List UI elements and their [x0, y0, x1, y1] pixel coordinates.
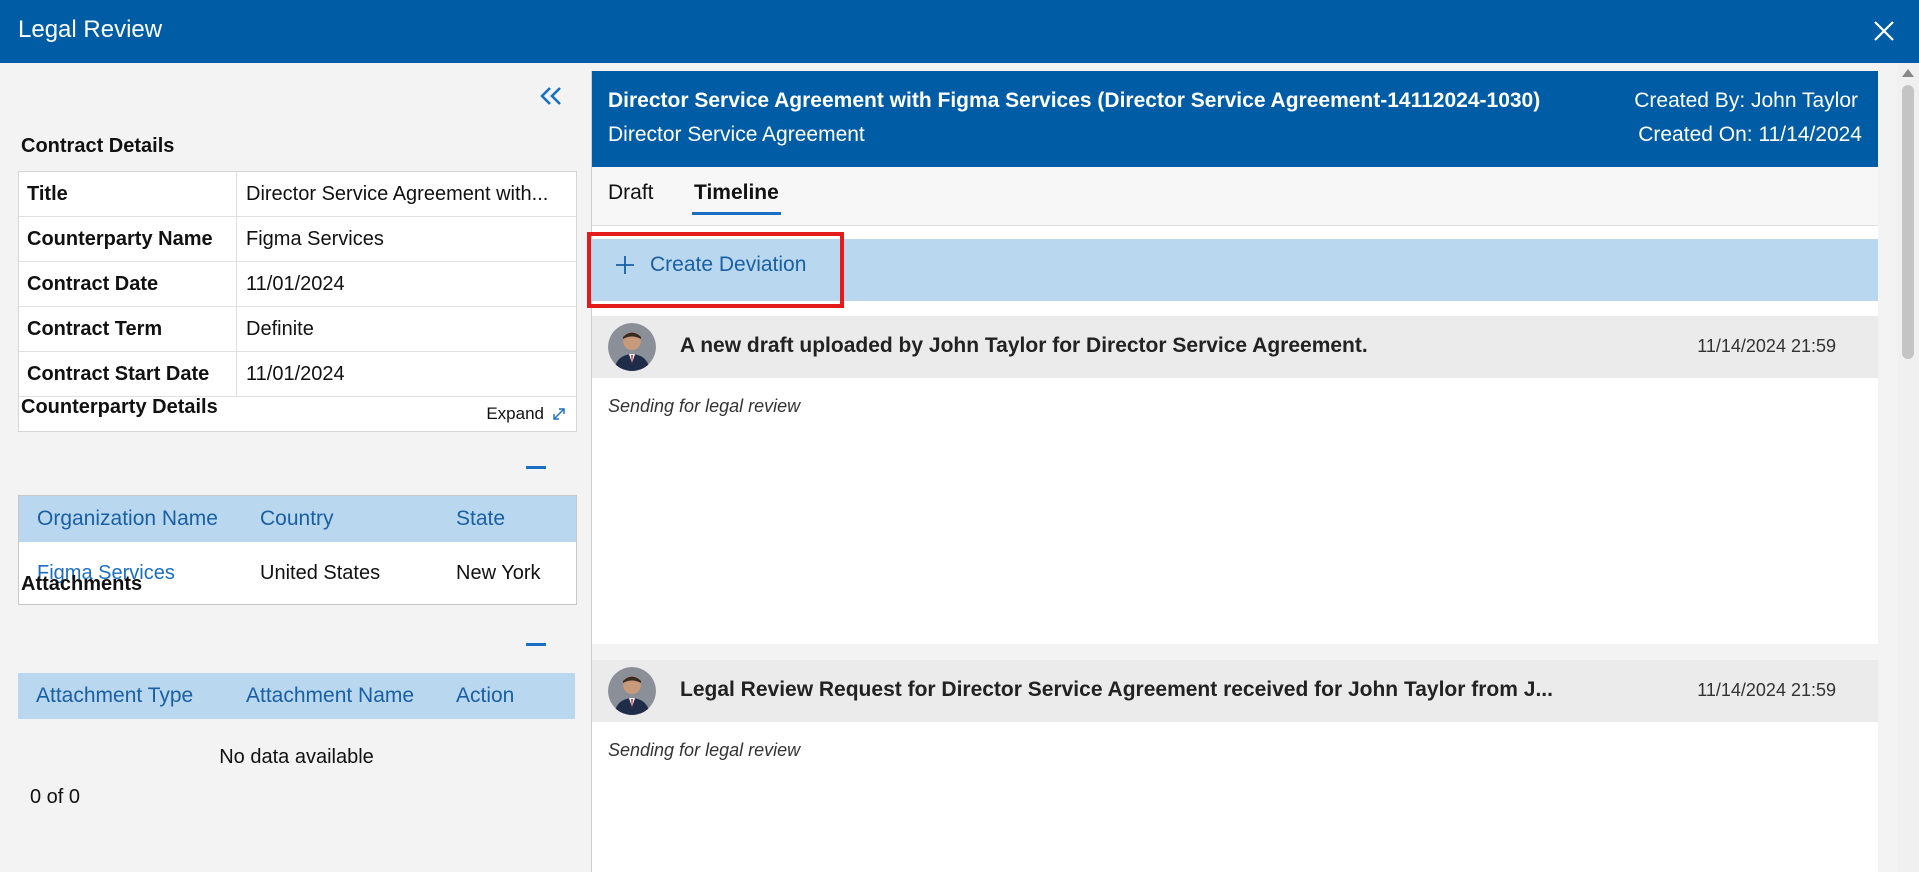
double-chevron-left-icon[interactable]	[536, 81, 566, 111]
tab-draft[interactable]: Draft	[608, 181, 654, 205]
expand-icon[interactable]	[552, 407, 566, 421]
title-bar: Legal Review	[0, 0, 1919, 63]
attachments-heading: Attachments	[21, 573, 143, 595]
timeline-note: Sending for legal review	[608, 740, 801, 760]
detail-label: Title	[19, 172, 237, 216]
contract-details-heading: Contract Details	[21, 135, 175, 157]
detail-value: Definite	[246, 317, 314, 340]
timeline-timestamp: 11/14/2024 21:59	[1697, 336, 1836, 356]
pager-text: 0 of 0	[30, 786, 81, 808]
state-cell: New York	[456, 561, 541, 584]
timeline-entry-header: Legal Review Request for Director Servic…	[592, 660, 1878, 722]
no-data-text: No data available	[219, 746, 374, 768]
left-panel: Contract Details Title Director Service …	[0, 63, 590, 872]
scroll-up-arrow-icon[interactable]	[1902, 69, 1914, 77]
contract-details-table: Title Director Service Agreement with...…	[18, 171, 577, 432]
scrollbar-thumb[interactable]	[1902, 85, 1914, 359]
detail-value: 11/01/2024	[246, 362, 345, 385]
detail-row-title: Title Director Service Agreement with...	[19, 172, 576, 217]
vertical-scrollbar[interactable]	[1897, 63, 1919, 872]
detail-value: 11/01/2024	[246, 272, 345, 295]
detail-row-contract-term: Contract Term Definite	[19, 307, 576, 352]
column-header-attachment-type[interactable]: Attachment Type	[18, 684, 246, 708]
created-by: Created By: John Taylor	[1634, 89, 1858, 112]
detail-label: Contract Date	[19, 262, 237, 306]
column-header-attachment-name[interactable]: Attachment Name	[246, 684, 456, 708]
detail-label: Contract Start Date	[19, 352, 237, 396]
grid-header: Organization Name Country State	[19, 496, 576, 542]
counterparty-details-heading: Counterparty Details	[21, 396, 218, 418]
detail-row-counterparty: Counterparty Name Figma Services	[19, 217, 576, 262]
detail-label: Contract Term	[19, 307, 237, 351]
tab-timeline[interactable]: Timeline	[692, 181, 781, 215]
create-deviation-label: Create Deviation	[650, 253, 807, 276]
avatar-icon	[608, 667, 656, 715]
contract-header: Director Service Agreement with Figma Se…	[592, 71, 1878, 167]
deviation-bar: Create Deviation	[592, 239, 1878, 301]
contract-title: Director Service Agreement with Figma Se…	[608, 89, 1541, 112]
timeline-message: A new draft uploaded by John Taylor for …	[680, 334, 1368, 357]
timeline-entry-header: A new draft uploaded by John Taylor for …	[592, 316, 1878, 378]
timeline-entry: A new draft uploaded by John Taylor for …	[592, 316, 1878, 435]
column-header-organization[interactable]: Organization Name	[19, 507, 260, 531]
timeline-separator	[592, 644, 1878, 660]
detail-value: Figma Services	[246, 227, 384, 250]
timeline-message: Legal Review Request for Director Servic…	[680, 678, 1553, 701]
detail-label: Counterparty Name	[19, 217, 237, 261]
collapse-attachments-minus-icon[interactable]	[526, 643, 546, 646]
create-deviation-button[interactable]: Create Deviation	[614, 253, 806, 277]
tab-bar: Draft Timeline	[592, 167, 1878, 226]
avatar-icon	[608, 323, 656, 371]
detail-value: Director Service Agreement with...	[246, 182, 549, 205]
right-panel: Director Service Agreement with Figma Se…	[587, 71, 1878, 872]
created-on: Created On: 11/14/2024	[1638, 123, 1862, 146]
contract-type: Director Service Agreement	[608, 123, 865, 146]
detail-row-start-date: Contract Start Date 11/01/2024	[19, 352, 576, 397]
timeline-note: Sending for legal review	[608, 396, 801, 416]
column-header-country[interactable]: Country	[260, 507, 456, 531]
detail-row-contract-date: Contract Date 11/01/2024	[19, 262, 576, 307]
column-header-action[interactable]: Action	[456, 684, 514, 708]
timeline-entry: Legal Review Request for Director Servic…	[592, 660, 1878, 779]
expand-link[interactable]: Expand	[486, 404, 544, 424]
column-header-state[interactable]: State	[456, 507, 505, 531]
plus-icon	[616, 256, 634, 274]
window-title: Legal Review	[18, 16, 163, 43]
attachments-grid-header: Attachment Type Attachment Name Action	[18, 673, 575, 719]
collapse-counterparty-minus-icon[interactable]	[526, 466, 546, 469]
timeline-timestamp: 11/14/2024 21:59	[1697, 680, 1836, 700]
country-cell: United States	[260, 561, 381, 584]
close-icon[interactable]	[1871, 18, 1897, 44]
